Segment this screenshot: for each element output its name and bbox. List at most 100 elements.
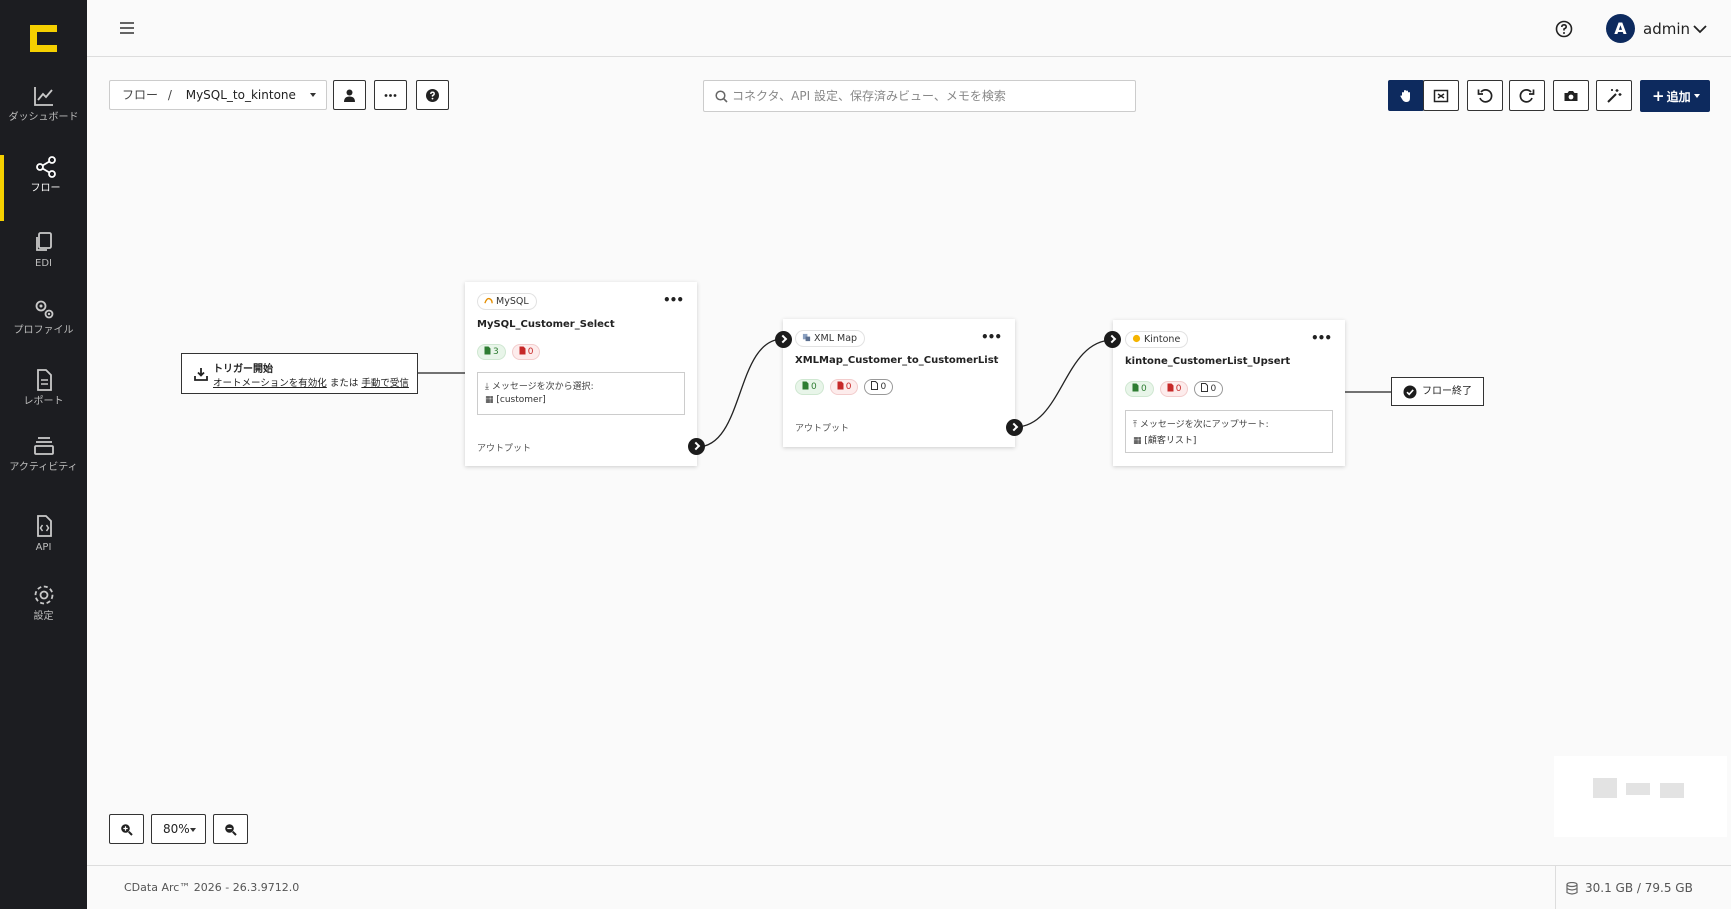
trigger-start-node[interactable]: トリガー開始 オートメーションを有効化 または 手動で受信: [181, 353, 418, 394]
flow-minimap[interactable]: [1554, 756, 1727, 837]
table-icon: ▦: [485, 395, 497, 405]
inbox-icon: ⤓: [485, 382, 492, 392]
add-button-label: 追加: [1666, 90, 1691, 104]
flow-owner-button[interactable]: [333, 80, 366, 110]
cdata-logo-icon[interactable]: [30, 25, 57, 52]
success-count-badge[interactable]: 0: [795, 379, 824, 395]
database-icon: [1566, 882, 1578, 895]
message-value-row: ▦ [顧客リスト]: [1133, 433, 1196, 446]
plus-icon: +: [1652, 87, 1665, 105]
success-count-badge[interactable]: 3: [477, 344, 506, 360]
search-input[interactable]: [732, 82, 1127, 110]
auto-layout-button[interactable]: [1596, 80, 1632, 111]
count-value: 3: [493, 347, 499, 357]
username[interactable]: admin: [1643, 20, 1690, 38]
file-error-icon: [837, 381, 844, 390]
message-label-row: ⤒ メッセージを次にアップサート:: [1133, 417, 1269, 430]
select-mode-button[interactable]: [1423, 80, 1459, 111]
output-port[interactable]: [688, 438, 705, 455]
sidebar-item-edi[interactable]: EDI: [0, 230, 87, 296]
card-menu-icon[interactable]: •••: [663, 294, 684, 306]
connector-type-chip: XML Map: [795, 330, 866, 347]
user-avatar[interactable]: A: [1606, 14, 1635, 43]
minimap-node: [1660, 783, 1684, 798]
error-count-badge[interactable]: 0: [511, 344, 541, 360]
error-count-badge[interactable]: 0: [1159, 381, 1189, 397]
undo-button[interactable]: [1467, 80, 1503, 111]
add-button[interactable]: + 追加: [1640, 80, 1710, 112]
mysql-icon: [484, 297, 493, 304]
magic-wand-icon: [1607, 89, 1622, 103]
flow-end-node[interactable]: フロー終了: [1391, 377, 1484, 406]
table-icon: ▦: [1133, 436, 1145, 446]
connector-type-label: Kintone: [1144, 334, 1181, 345]
sidebar-item-label: フロー: [30, 183, 61, 194]
sidebar-item-api[interactable]: API: [0, 514, 87, 580]
flow-help-button[interactable]: [416, 80, 449, 110]
version-text: CData Arc™ 2026 - 26.3.9712.0: [124, 881, 300, 894]
card-menu-icon[interactable]: •••: [1311, 332, 1332, 344]
connector-card-mysql[interactable]: MySQL ••• MySQL_Customer_Select 3 0 ⤓ メッ…: [465, 282, 697, 466]
message-label: メッセージを次にアップサート:: [1139, 420, 1269, 430]
message-select-box[interactable]: ⤓ メッセージを次から選択: ▦ [customer]: [477, 372, 685, 415]
sidebar-item-flows[interactable]: フロー: [0, 155, 87, 221]
sidebar-item-dashboard[interactable]: ダッシュボード: [0, 84, 87, 150]
flow-more-options-button[interactable]: [374, 80, 407, 110]
zoom-in-icon: [121, 824, 133, 836]
xml-map-icon: [802, 333, 811, 342]
connector-card-xmlmap[interactable]: XML Map ••• XMLMap_Customer_to_CustomerL…: [783, 319, 1015, 447]
sidebar-item-reports[interactable]: レポート: [0, 368, 87, 434]
file-check-icon: [484, 346, 491, 355]
connector-type-chip: MySQL: [477, 293, 537, 310]
connector-card-kintone[interactable]: Kintone ••• kintone_CustomerList_Upsert …: [1113, 320, 1345, 466]
sidebar-item-profile[interactable]: プロファイル: [0, 297, 87, 363]
search-icon: [715, 90, 728, 103]
trigger-title: トリガー開始: [213, 364, 273, 375]
camera-icon: [1564, 91, 1578, 101]
undo-icon: [1477, 89, 1493, 103]
hamburger-menu-icon[interactable]: [119, 20, 135, 36]
enable-automation-link[interactable]: オートメーションを有効化: [213, 378, 327, 389]
zoom-in-button[interactable]: [109, 814, 144, 844]
input-port[interactable]: [1104, 331, 1121, 348]
file-icon: [871, 381, 879, 390]
output-port[interactable]: [1006, 419, 1023, 436]
chevron-down-icon[interactable]: [1693, 24, 1707, 34]
success-count-badge[interactable]: 0: [1125, 381, 1154, 397]
card-menu-icon[interactable]: •••: [981, 331, 1002, 343]
pending-count-badge[interactable]: 0: [1194, 381, 1224, 397]
input-port[interactable]: [775, 331, 792, 348]
connector-name: XMLMap_Customer_to_CustomerList: [795, 355, 999, 366]
breadcrumb-root[interactable]: フロー: [122, 88, 158, 102]
count-value: 0: [845, 382, 852, 392]
help-icon[interactable]: [1555, 20, 1573, 38]
sidebar-item-label: 設定: [33, 611, 54, 622]
sidebar-item-activity[interactable]: アクティビティ: [0, 434, 87, 500]
message-upsert-box[interactable]: ⤒ メッセージを次にアップサート: ▦ [顧客リスト]: [1125, 410, 1333, 453]
gears-icon: [35, 300, 53, 319]
flow-breadcrumb-select[interactable]: フロー / MySQL_to_kintone: [109, 80, 327, 110]
message-value: [顧客リスト]: [1144, 436, 1197, 446]
chart-line-icon: [33, 87, 53, 106]
zoom-out-button[interactable]: [213, 814, 248, 844]
minimap-node: [1626, 783, 1650, 795]
message-counts: 3 0: [477, 344, 541, 360]
sidebar-item-label: プロファイル: [13, 325, 74, 336]
sidebar-item-label: EDI: [35, 258, 52, 269]
sidebar-item-label: レポート: [23, 396, 64, 407]
sidebar-item-label: API: [35, 542, 52, 553]
file-check-icon: [802, 381, 809, 390]
redo-button[interactable]: [1509, 80, 1545, 111]
pending-count-badge[interactable]: 0: [864, 379, 894, 395]
zoom-level-select[interactable]: 80%: [151, 814, 206, 844]
ellipsis-icon: [384, 94, 397, 97]
count-value: 0: [1175, 384, 1182, 394]
check-circle-icon: [1403, 385, 1417, 399]
sidebar-item-settings[interactable]: 設定: [0, 583, 87, 649]
error-count-badge[interactable]: 0: [829, 379, 859, 395]
manual-receive-link[interactable]: 手動で受信: [361, 378, 409, 389]
snapshot-button[interactable]: [1553, 80, 1589, 111]
pan-mode-button[interactable]: [1388, 80, 1424, 111]
search-box[interactable]: [703, 80, 1136, 112]
connector-name: kintone_CustomerList_Upsert: [1125, 356, 1291, 367]
